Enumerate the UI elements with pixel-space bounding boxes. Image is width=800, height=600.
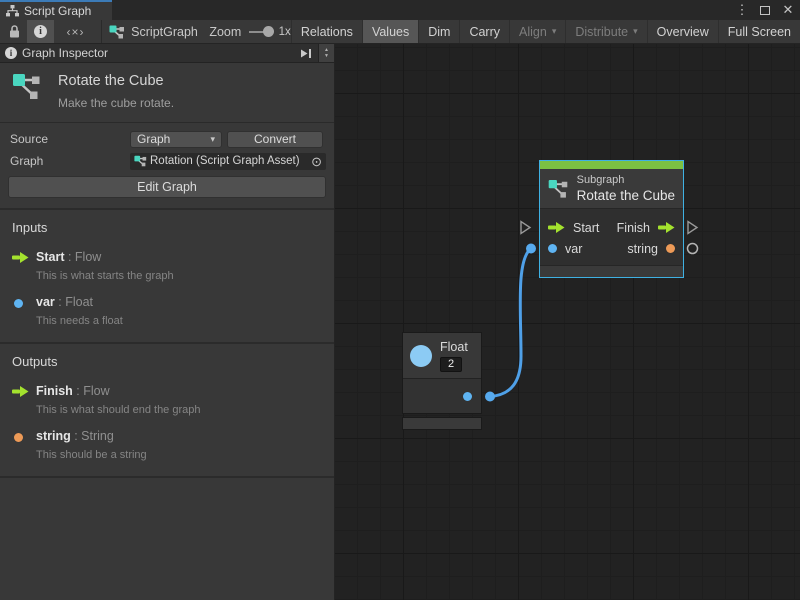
- start-input-port[interactable]: Start: [548, 221, 599, 235]
- source-label: Source: [8, 132, 130, 146]
- start-external-port-triangle[interactable]: [521, 222, 530, 234]
- zoom-slider-handle[interactable]: [263, 26, 274, 37]
- finish-external-port-triangle[interactable]: [688, 222, 697, 234]
- object-picker-icon[interactable]: ⊙: [311, 155, 322, 168]
- flow-port-icon: [12, 386, 29, 397]
- list-item-input-start: Start : Flow This is what starts the gra…: [12, 248, 322, 282]
- script-graph-icon: [109, 25, 125, 39]
- values-button[interactable]: Values: [362, 20, 418, 43]
- graph-subtitle: Make the cube rotate.: [58, 96, 174, 110]
- float-port-icon: [548, 244, 557, 253]
- distribute-button[interactable]: Distribute ▾: [565, 20, 646, 43]
- graph-name-label: ScriptGraph: [131, 25, 198, 39]
- flow-port-icon: [12, 252, 29, 263]
- inputs-section: Inputs Start : Flow This is what starts …: [0, 210, 334, 342]
- chevron-down-icon: ▾: [633, 26, 638, 37]
- float-value-input[interactable]: 2: [440, 357, 462, 372]
- variables-toggle-button[interactable]: ‹×›: [59, 20, 91, 43]
- lock-icon: [9, 25, 20, 38]
- fullscreen-button[interactable]: Full Screen: [718, 20, 800, 43]
- graph-field-label: Graph: [8, 154, 130, 168]
- var-input-port[interactable]: var: [548, 242, 582, 256]
- kebab-menu-icon[interactable]: ⋮: [734, 2, 750, 18]
- close-icon[interactable]: ✕: [780, 2, 796, 18]
- node-title: Rotate the Cube: [577, 188, 675, 203]
- graph-breadcrumb[interactable]: ScriptGraph: [103, 20, 204, 43]
- inspector-header: i Graph Inspector ▲ ▼: [0, 44, 334, 63]
- list-item-output-finish: Finish : Flow This is what should end th…: [12, 382, 322, 416]
- chevron-down-icon: ▾: [210, 134, 215, 145]
- window-controls: ⋮ ✕: [734, 0, 796, 20]
- wire-layer: [335, 44, 800, 600]
- toolbar-button-group: Relations Values Dim Carry Align ▾ Distr…: [291, 20, 800, 43]
- chevron-down-icon: ▾: [552, 26, 557, 37]
- graph-toolbar: i ‹×› ScriptGraph Zoom 1x Relations Valu…: [0, 20, 800, 44]
- info-icon: i: [5, 47, 17, 59]
- scrub-down-icon: ▼: [324, 54, 329, 59]
- hierarchy-icon: [6, 5, 19, 17]
- node-footer: [402, 417, 482, 430]
- window-tab-bar: Script Graph ⋮ ✕: [0, 0, 800, 20]
- relations-button[interactable]: Relations: [291, 20, 362, 43]
- string-port-icon: [14, 433, 23, 442]
- list-item-output-string: string : String This should be a string: [12, 427, 322, 461]
- inspector-toggle-button[interactable]: i: [27, 20, 54, 43]
- script-graph-icon: [134, 155, 147, 167]
- graph-field-value: Rotation (Script Graph Asset): [150, 155, 300, 167]
- inspector-title: Graph Inspector: [22, 46, 108, 60]
- lock-button[interactable]: [2, 20, 27, 43]
- inputs-heading: Inputs: [12, 220, 322, 235]
- dock-icon: [299, 48, 312, 59]
- string-external-port-circle[interactable]: [688, 244, 698, 254]
- outputs-section: Outputs Finish : Flow This is what shoul…: [0, 342, 334, 478]
- float-to-var-wire[interactable]: [490, 249, 531, 397]
- wire-endpoint-float-output[interactable]: [485, 392, 495, 402]
- subgraph-node[interactable]: Subgraph Rotate the Cube Start Finish: [539, 160, 684, 278]
- node-kind-label: Subgraph: [577, 174, 675, 186]
- scrub-up-icon: ▲: [324, 48, 329, 53]
- wire-endpoint-var-input[interactable]: [526, 244, 536, 254]
- tab-script-graph[interactable]: Script Graph: [0, 0, 112, 20]
- string-output-port[interactable]: string: [627, 242, 675, 256]
- carry-button[interactable]: Carry: [459, 20, 509, 43]
- dim-button[interactable]: Dim: [418, 20, 459, 43]
- edit-graph-button[interactable]: Edit Graph: [8, 176, 326, 198]
- flow-port-icon: [658, 222, 675, 233]
- float-port-icon: [14, 299, 23, 308]
- subgraph-icon: [548, 179, 569, 199]
- graph-title: Rotate the Cube: [58, 73, 174, 89]
- graph-properties: Source Graph ▾ Convert Graph Rotation (S…: [0, 123, 334, 210]
- finish-output-port[interactable]: Finish: [617, 221, 675, 235]
- zoom-slider[interactable]: [249, 31, 270, 33]
- dock-inspector-button[interactable]: [293, 48, 318, 59]
- maximize-icon[interactable]: [757, 2, 773, 18]
- node-header-bar: [540, 161, 683, 169]
- list-item-input-var: var : Float This needs a float: [12, 293, 322, 327]
- graph-object-field[interactable]: Rotation (Script Graph Asset) ⊙: [130, 153, 326, 170]
- zoom-label: Zoom: [209, 20, 241, 43]
- script-graph-icon: [12, 73, 42, 101]
- outputs-heading: Outputs: [12, 354, 322, 369]
- zoom-value: 1x: [279, 20, 291, 43]
- source-dropdown[interactable]: Graph ▾: [130, 131, 222, 148]
- graph-inspector-panel: i Graph Inspector ▲ ▼ Rotate the Cube Ma: [0, 44, 335, 600]
- node-footer: [540, 265, 683, 277]
- inspector-scrubber[interactable]: ▲ ▼: [318, 44, 334, 62]
- convert-button[interactable]: Convert: [227, 131, 323, 148]
- flow-port-icon: [548, 222, 565, 233]
- float-node[interactable]: Float 2: [402, 332, 482, 430]
- overview-button[interactable]: Overview: [647, 20, 718, 43]
- float-output-port[interactable]: [463, 392, 472, 401]
- align-button[interactable]: Align ▾: [509, 20, 565, 43]
- graph-canvas[interactable]: Subgraph Rotate the Cube Start Finish: [335, 44, 800, 600]
- node-title: Float: [440, 340, 468, 354]
- code-icon: ‹×›: [66, 25, 84, 39]
- graph-title-block: Rotate the Cube Make the cube rotate.: [0, 63, 334, 123]
- tab-label: Script Graph: [24, 4, 91, 18]
- info-icon: i: [34, 25, 47, 38]
- float-type-icon: [410, 345, 432, 367]
- string-port-icon: [666, 244, 675, 253]
